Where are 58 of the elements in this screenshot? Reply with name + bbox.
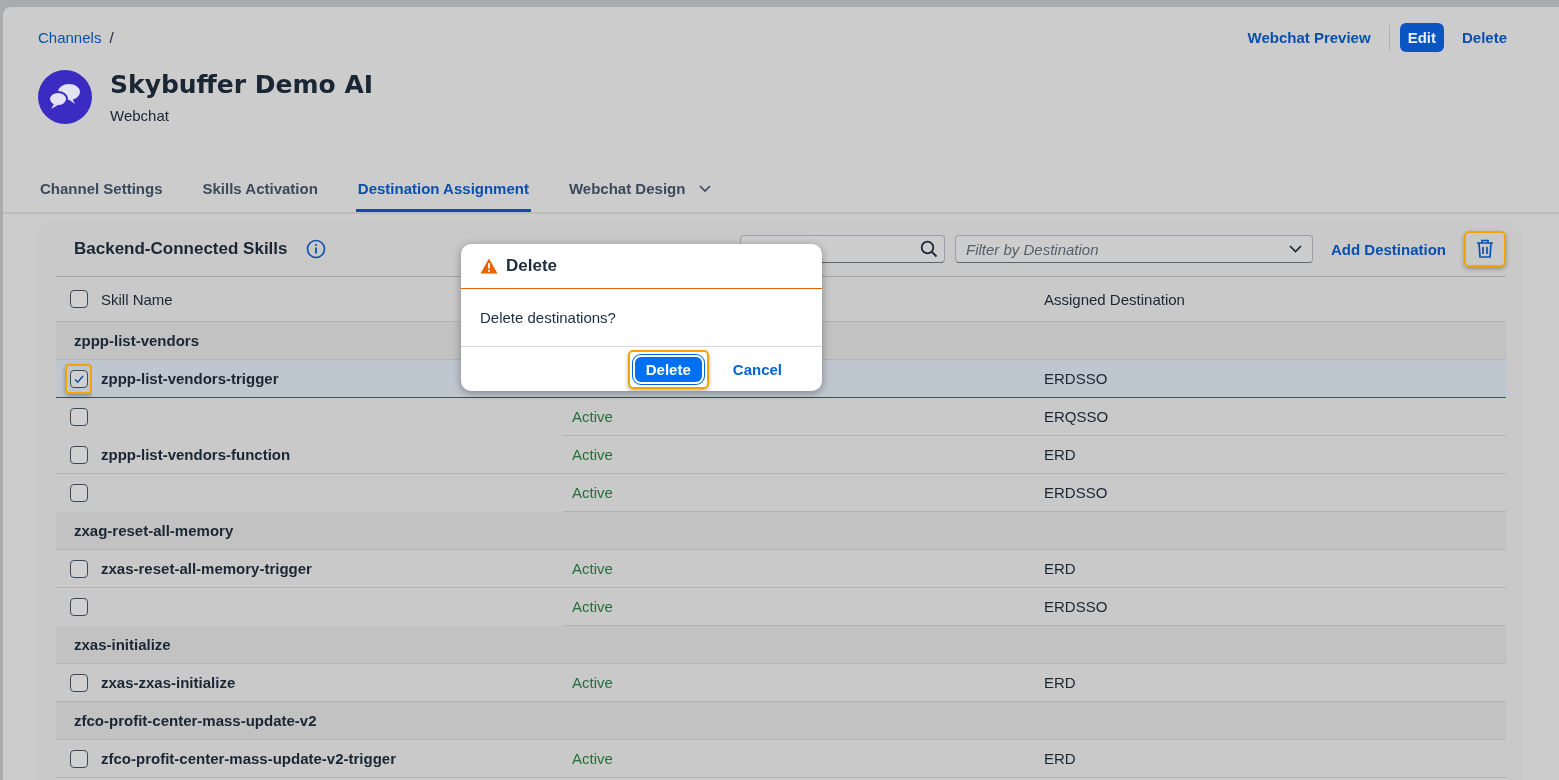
search-icon (920, 240, 938, 258)
tab[interactable]: Channel Settings (38, 176, 165, 212)
group-row: zxas-initialize (56, 626, 1506, 664)
table-cell: ERQSSO (1044, 408, 1109, 425)
checkbox[interactable] (69, 369, 88, 388)
skill-name: zfco-profit-center-mass-update-v2-trigger (101, 750, 397, 767)
table-cell: ERD (1044, 674, 1076, 691)
edit-button[interactable]: Edit (1399, 23, 1444, 52)
checkbox[interactable] (69, 673, 88, 692)
chat-bubbles-icon (38, 70, 92, 124)
status-text: Active (572, 408, 613, 425)
checkbox[interactable] (69, 483, 88, 502)
info-icon[interactable] (305, 239, 326, 259)
chevron-down-icon (1289, 245, 1302, 253)
panel-title: Backend-Connected Skills (74, 239, 288, 259)
dialog-message: Delete destinations? (461, 289, 822, 347)
status-text: Active (572, 560, 613, 577)
table-cell: ERD (1044, 560, 1076, 577)
table-cell: ERDSSO (1044, 598, 1108, 615)
status-text: Active (572, 674, 613, 691)
add-destination-button[interactable]: Add Destination (1323, 236, 1454, 262)
skill-name: zppp-list-vendors-function (101, 446, 291, 463)
skill-name: zxas-reset-all-memory-trigger (101, 560, 312, 577)
breadcrumb-link[interactable]: Channels (38, 29, 102, 46)
status-text: Active (572, 446, 613, 463)
header-link[interactable]: Delete (1453, 23, 1515, 52)
warning-icon (480, 258, 498, 274)
destination-filter[interactable]: Filter by Destination (955, 235, 1313, 263)
status-text: Active (572, 484, 613, 501)
confirm-button[interactable]: Delete (634, 356, 702, 382)
table-cell: ERDSSO (1044, 484, 1108, 501)
status-text: Active (572, 750, 613, 767)
tab[interactable]: Skills Activation (200, 176, 320, 212)
channel-subtitle: Webchat (110, 107, 170, 124)
checkbox[interactable] (69, 749, 88, 768)
table-cell: ERD (1044, 750, 1076, 767)
tab[interactable]: Destination Assignment (355, 176, 531, 212)
tab[interactable]: Webchat Design (566, 176, 714, 212)
skill-name: zxas-zxas-initialize (101, 674, 236, 691)
dialog-title: Delete (506, 256, 558, 276)
checkbox[interactable] (69, 407, 88, 426)
checkbox[interactable] (69, 597, 88, 616)
header-link[interactable]: Webchat Preview (1239, 23, 1379, 52)
group-row: zfco-profit-center-mass-update-v2 (56, 702, 1506, 740)
skill-name: zppp-list-vendors-trigger (101, 370, 279, 387)
checkbox[interactable] (69, 559, 88, 578)
breadcrumb-separator: / (109, 29, 114, 46)
table-cell: ERD (1044, 446, 1076, 463)
checkbox[interactable] (69, 445, 88, 464)
checkbox[interactable] (69, 290, 88, 308)
table-cell: ERDSSO (1044, 370, 1108, 387)
group-row: zxag-reset-all-memory (56, 512, 1506, 550)
delete-button[interactable] (1464, 231, 1506, 267)
column-header: Assigned Destination (1044, 290, 1185, 308)
trash-icon (1476, 239, 1494, 259)
channel-title: Skybuffer Demo AI (110, 70, 374, 99)
status-text: Active (572, 598, 613, 615)
column-header: Skill Name (101, 290, 173, 308)
